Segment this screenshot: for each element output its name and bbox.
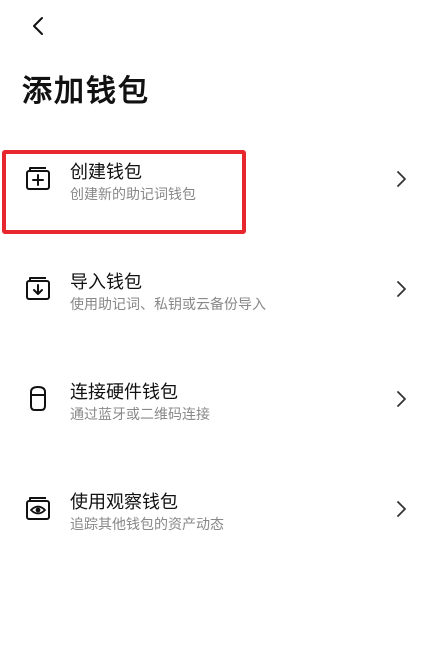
hardware-wallet-icon — [30, 385, 46, 411]
menu-item-hardware-wallet[interactable]: 连接硬件钱包 通过蓝牙或二维码连接 — [0, 366, 428, 436]
menu-item-description: 创建新的助记词钱包 — [70, 187, 196, 203]
menu-item-title: 导入钱包 — [70, 272, 142, 293]
chevron-right-icon — [397, 501, 406, 517]
chevron-left-icon — [33, 17, 43, 35]
menu-item-watch-wallet[interactable]: 使用观察钱包 追踪其他钱包的资产动态 — [0, 476, 428, 546]
chevron-right-icon — [397, 391, 406, 407]
menu-item-title: 使用观察钱包 — [70, 492, 178, 513]
chevron-right-icon — [397, 281, 406, 297]
menu-item-description: 追踪其他钱包的资产动态 — [70, 517, 224, 533]
wallet-plus-icon — [26, 167, 50, 190]
menu-item-description: 使用助记词、私钥或云备份导入 — [70, 297, 266, 313]
menu-item-title: 连接硬件钱包 — [70, 382, 178, 403]
page-title: 添加钱包 — [22, 74, 150, 109]
back-button[interactable] — [22, 10, 54, 42]
menu-item-create-wallet[interactable]: 创建钱包 创建新的助记词钱包 — [0, 146, 428, 216]
wallet-import-icon — [26, 277, 50, 300]
menu-item-import-wallet[interactable]: 导入钱包 使用助记词、私钥或云备份导入 — [0, 256, 428, 326]
menu-item-description: 通过蓝牙或二维码连接 — [70, 407, 210, 423]
chevron-right-icon — [397, 171, 406, 187]
watch-wallet-icon — [26, 497, 50, 520]
menu-item-title: 创建钱包 — [70, 162, 142, 183]
